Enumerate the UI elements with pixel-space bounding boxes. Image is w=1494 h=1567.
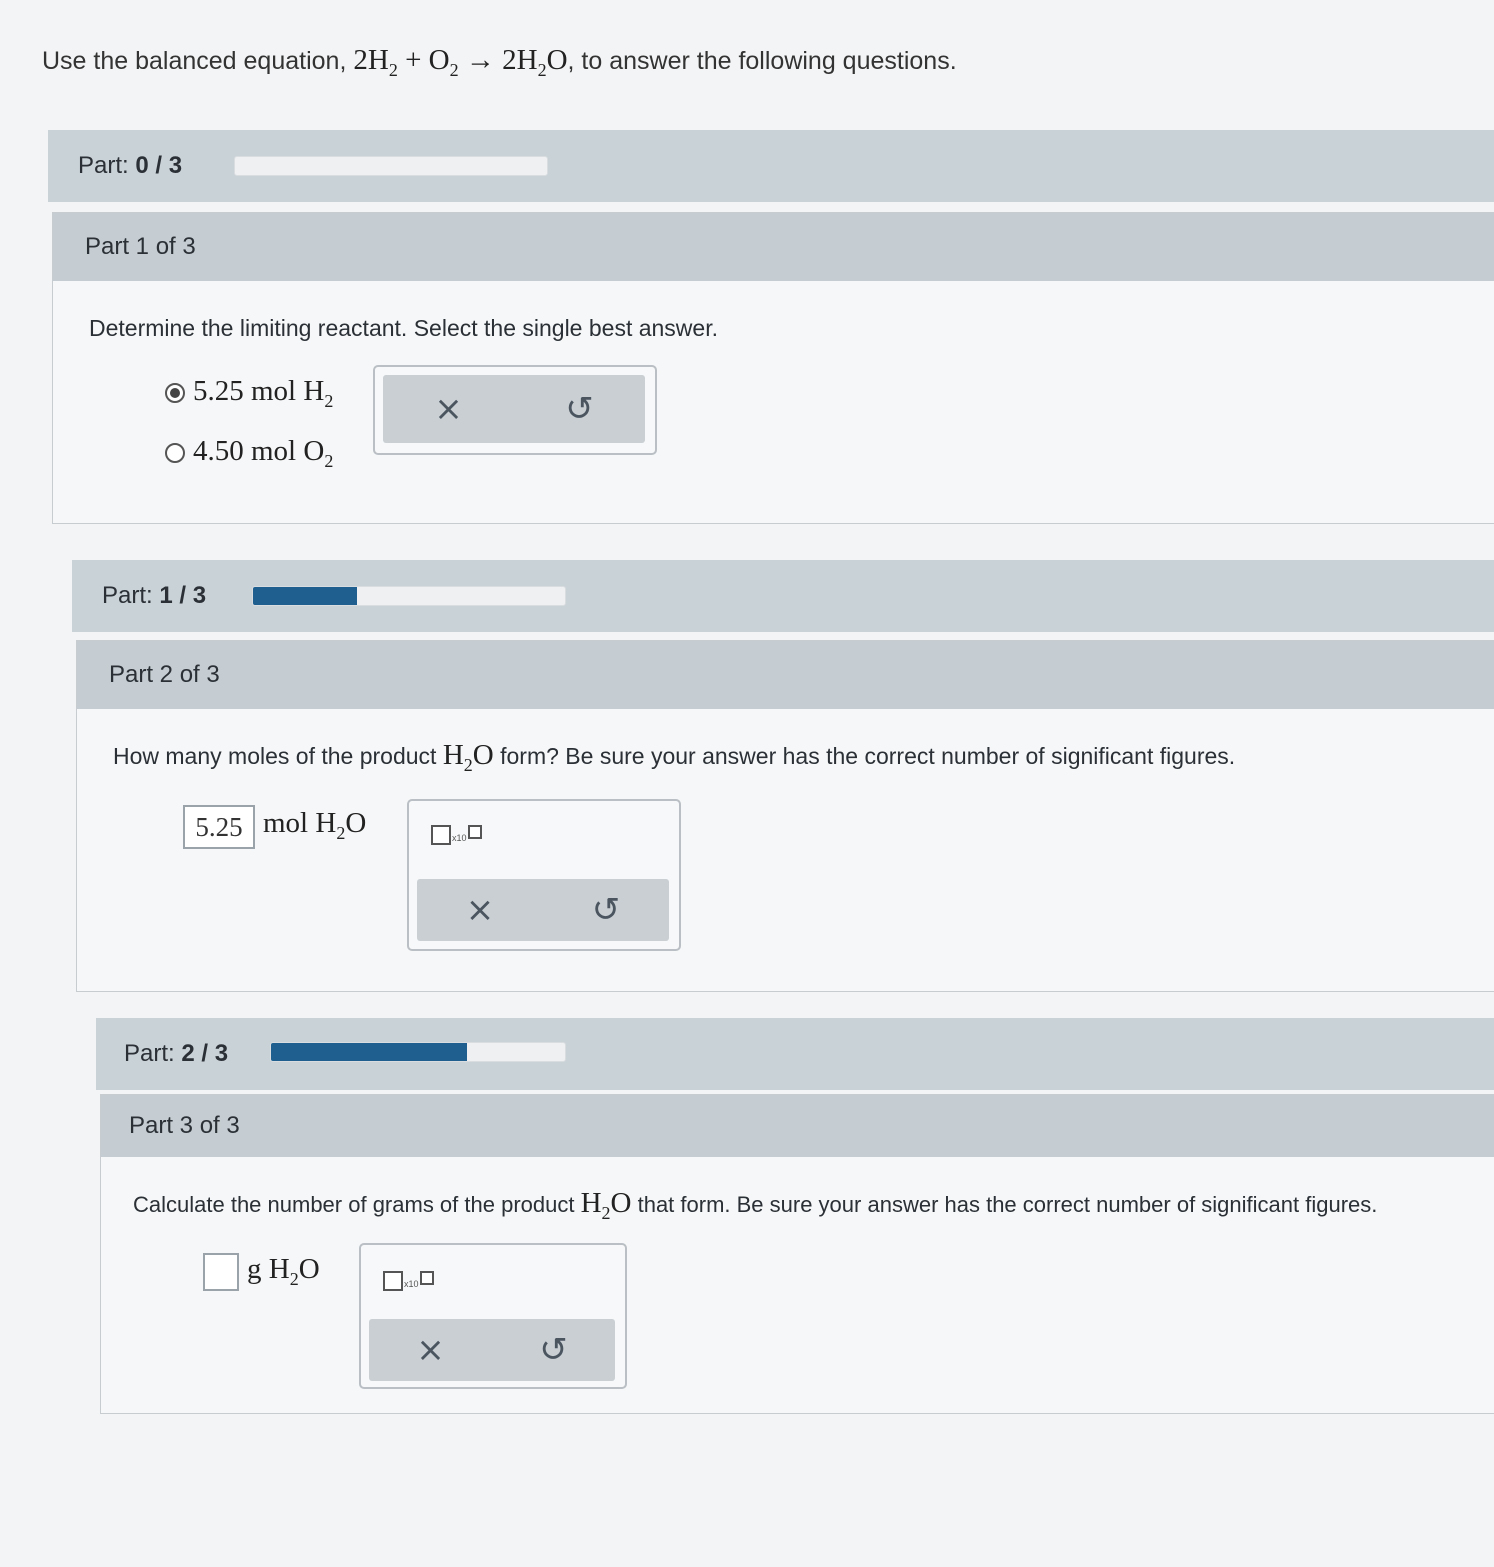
progress-track: [270, 1042, 566, 1062]
undo-button[interactable]: ↺: [539, 1333, 568, 1367]
moles-unit: mol H2O: [263, 807, 367, 843]
part-progress-1: Part: 1 / 3: [72, 560, 1494, 632]
part-1-question: Determine the limiting reactant. Select …: [89, 315, 718, 341]
x10-label: x10: [452, 833, 467, 843]
part-1-toolbox: × ↺: [373, 365, 657, 455]
part-3-toolbox: x10 × ↺: [359, 1243, 627, 1389]
x10-label: x10: [404, 1279, 419, 1289]
clear-button[interactable]: ×: [434, 392, 463, 426]
progress-label: Part: 2 / 3: [124, 1040, 229, 1067]
exponent-box-icon: [467, 825, 482, 839]
grams-answer-input[interactable]: [203, 1253, 239, 1291]
progress-track: [234, 156, 548, 176]
radio-icon[interactable]: [165, 443, 185, 464]
undo-button[interactable]: ↺: [565, 392, 594, 426]
part-1-header: Part 1 of 3: [53, 213, 1494, 281]
mantissa-box-icon: [383, 1271, 403, 1291]
progress-track: [252, 586, 566, 606]
scientific-notation-icon[interactable]: x10: [431, 825, 482, 845]
clear-button[interactable]: ×: [416, 1333, 445, 1367]
option-label: 4.50 mol O2: [193, 435, 334, 471]
progress-label: Part: 0 / 3: [78, 152, 183, 179]
grams-unit: g H2O: [247, 1253, 320, 1289]
part-3-question: Calculate the number of grams of the pro…: [133, 1187, 1378, 1223]
part-3-toolbar: × ↺: [369, 1319, 615, 1381]
page: Use the balanced equation, 2H2 + O2 → 2H…: [0, 0, 1494, 1567]
part-3-card: Part 3 of 3 Calculate the number of gram…: [100, 1094, 1494, 1414]
part-2-toolbar: × ↺: [417, 879, 669, 941]
progress-fill: [253, 587, 357, 605]
part-progress-2: Part: 2 / 3: [96, 1018, 1494, 1090]
option-label: 5.25 mol H2: [193, 375, 334, 411]
mantissa-box-icon: [431, 825, 451, 845]
part-2-header: Part 2 of 3: [77, 641, 1494, 709]
clear-button[interactable]: ×: [466, 893, 495, 927]
option-o2[interactable]: 4.50 mol O2: [165, 435, 333, 472]
moles-answer-input[interactable]: 5.25: [183, 805, 255, 849]
radio-selected-icon[interactable]: [165, 383, 185, 404]
intro-text: Use the balanced equation, 2H2 + O2 → 2H…: [42, 44, 957, 81]
part-2-card: Part 2 of 3 How many moles of the produc…: [76, 640, 1494, 992]
scientific-notation-icon[interactable]: x10: [383, 1271, 434, 1291]
part-2-toolbox: x10 × ↺: [407, 799, 681, 951]
exponent-box-icon: [419, 1271, 434, 1285]
balanced-equation: 2H2 + O2 → 2H2O: [353, 44, 568, 80]
part-1-toolbar: × ↺: [383, 375, 645, 443]
progress-fill: [271, 1043, 468, 1061]
option-h2[interactable]: 5.25 mol H2: [165, 375, 333, 412]
part-2-question: How many moles of the product H2O form? …: [113, 739, 1236, 775]
part-progress-0: Part: 0 / 3: [48, 130, 1494, 202]
progress-label: Part: 1 / 3: [102, 582, 207, 609]
part-1-card: Part 1 of 3 Determine the limiting react…: [52, 212, 1494, 524]
part-3-header: Part 3 of 3: [101, 1095, 1494, 1157]
undo-button[interactable]: ↺: [592, 893, 621, 927]
intro-suffix: , to answer the following questions.: [567, 47, 957, 75]
intro-prefix: Use the balanced equation,: [42, 47, 347, 75]
